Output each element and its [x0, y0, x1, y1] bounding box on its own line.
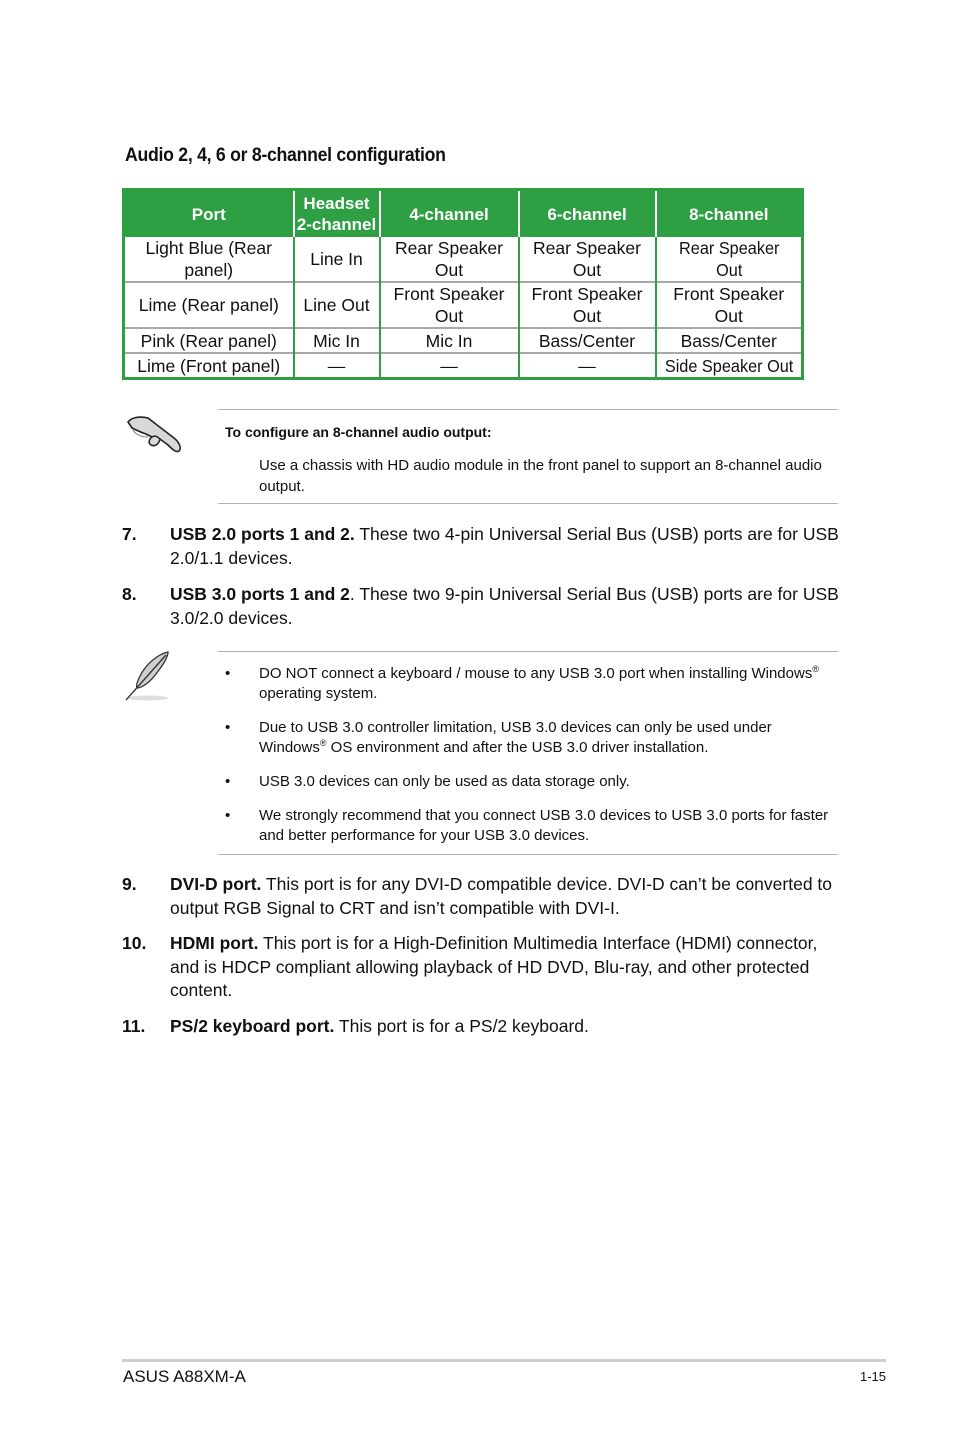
- cell-6-channel: Bass/Center: [517, 327, 656, 353]
- cell-port: Lime (Front panel): [123, 352, 294, 379]
- audio-channel-table: Port Headset 2-channel 4-channel 6-channe…: [122, 188, 804, 380]
- cell-4-channel: —: [378, 352, 519, 379]
- item-number: 9.: [122, 874, 137, 894]
- header-6-channel: 6-channel: [517, 189, 656, 237]
- pointing-hand-icon: [122, 408, 184, 456]
- item-title: DVI-D port.: [170, 874, 262, 894]
- cell-8-channel-text: Side Speaker Out: [664, 355, 793, 376]
- item-number: 11.: [122, 1016, 146, 1036]
- item-number: 8.: [122, 584, 137, 604]
- cell-8-channel-text: Rear Speaker Out: [678, 238, 779, 280]
- cell-headset: Mic In: [292, 327, 380, 353]
- header-headset-line1: Headset: [303, 194, 370, 213]
- cell-port: Pink (Rear panel): [123, 327, 294, 353]
- cell-8-channel: Bass/Center: [654, 327, 803, 353]
- cell-4-channel: Rear Speaker Out: [378, 237, 519, 282]
- footer-page-number: 1-15: [859, 1369, 886, 1384]
- cell-headset: —: [292, 352, 380, 379]
- note-heading: To configure an 8-channel audio output:: [225, 424, 492, 440]
- item-title: USB 2.0 ports 1 and 2.: [170, 524, 355, 544]
- cell-6-channel: Front Speaker Out: [517, 281, 656, 328]
- cell-4-channel: Front Speaker Out: [378, 281, 519, 328]
- item-title: HDMI port.: [170, 933, 259, 953]
- table-row: Light Blue (Rear panel) Line In Rear Spe…: [124, 237, 803, 282]
- cell-8-channel: Rear Speaker Out: [654, 237, 803, 282]
- note-usb-3: • DO NOT connect a keyboard / mouse to a…: [218, 651, 838, 855]
- item-text: This port is for a PS/2 keyboard.: [334, 1016, 589, 1036]
- cell-8-channel: Front Speaker Out: [654, 281, 803, 328]
- note-8-channel: To configure an 8-channel audio output: …: [218, 409, 838, 504]
- header-headset-2-channel: Headset 2-channel: [292, 189, 380, 237]
- cell-6-channel: —: [517, 352, 656, 379]
- item-number: 7.: [122, 524, 137, 544]
- table-row: Pink (Rear panel) Mic In Mic In Bass/Cen…: [123, 327, 803, 353]
- note-body: Use a chassis with HD audio module in th…: [259, 457, 822, 495]
- table-row: Lime (Front panel) — — — Side Speaker Ou…: [123, 352, 803, 379]
- cell-4-channel: Mic In: [378, 327, 519, 353]
- item-title: USB 3.0 ports 1 and 2: [170, 584, 350, 604]
- item-title: PS/2 keyboard port.: [170, 1016, 335, 1036]
- cell-6-channel: Rear Speaker Out: [517, 237, 656, 282]
- header-headset-line2: 2-channel: [296, 215, 377, 234]
- footer-divider: [122, 1359, 886, 1362]
- header-4-channel: 4-channel: [378, 189, 519, 237]
- footer-product-name: ASUS A88XM-A: [123, 1367, 246, 1386]
- cell-headset: Line In: [292, 237, 380, 282]
- item-number: 10.: [122, 933, 147, 953]
- item-text: This port is for a High-Definition Multi…: [170, 933, 818, 1000]
- feather-quill-icon: [118, 648, 176, 706]
- cell-port: Lime (Rear panel): [123, 281, 294, 328]
- table-row: Lime (Rear panel) Line Out Front Speaker…: [123, 281, 803, 328]
- section-title: Audio 2, 4, 6 or 8-channel configuration: [125, 145, 446, 166]
- cell-port: Light Blue (Rear panel): [145, 238, 272, 280]
- table-header-row: Port Headset 2-channel 4-channel 6-channe…: [123, 189, 803, 237]
- cell-headset: Line Out: [292, 281, 380, 328]
- header-port: Port: [123, 189, 294, 237]
- header-8-channel: 8-channel: [654, 189, 803, 237]
- cell-8-channel: Side Speaker Out: [654, 352, 803, 379]
- item-text: This port is for any DVI-D compatible de…: [170, 874, 833, 918]
